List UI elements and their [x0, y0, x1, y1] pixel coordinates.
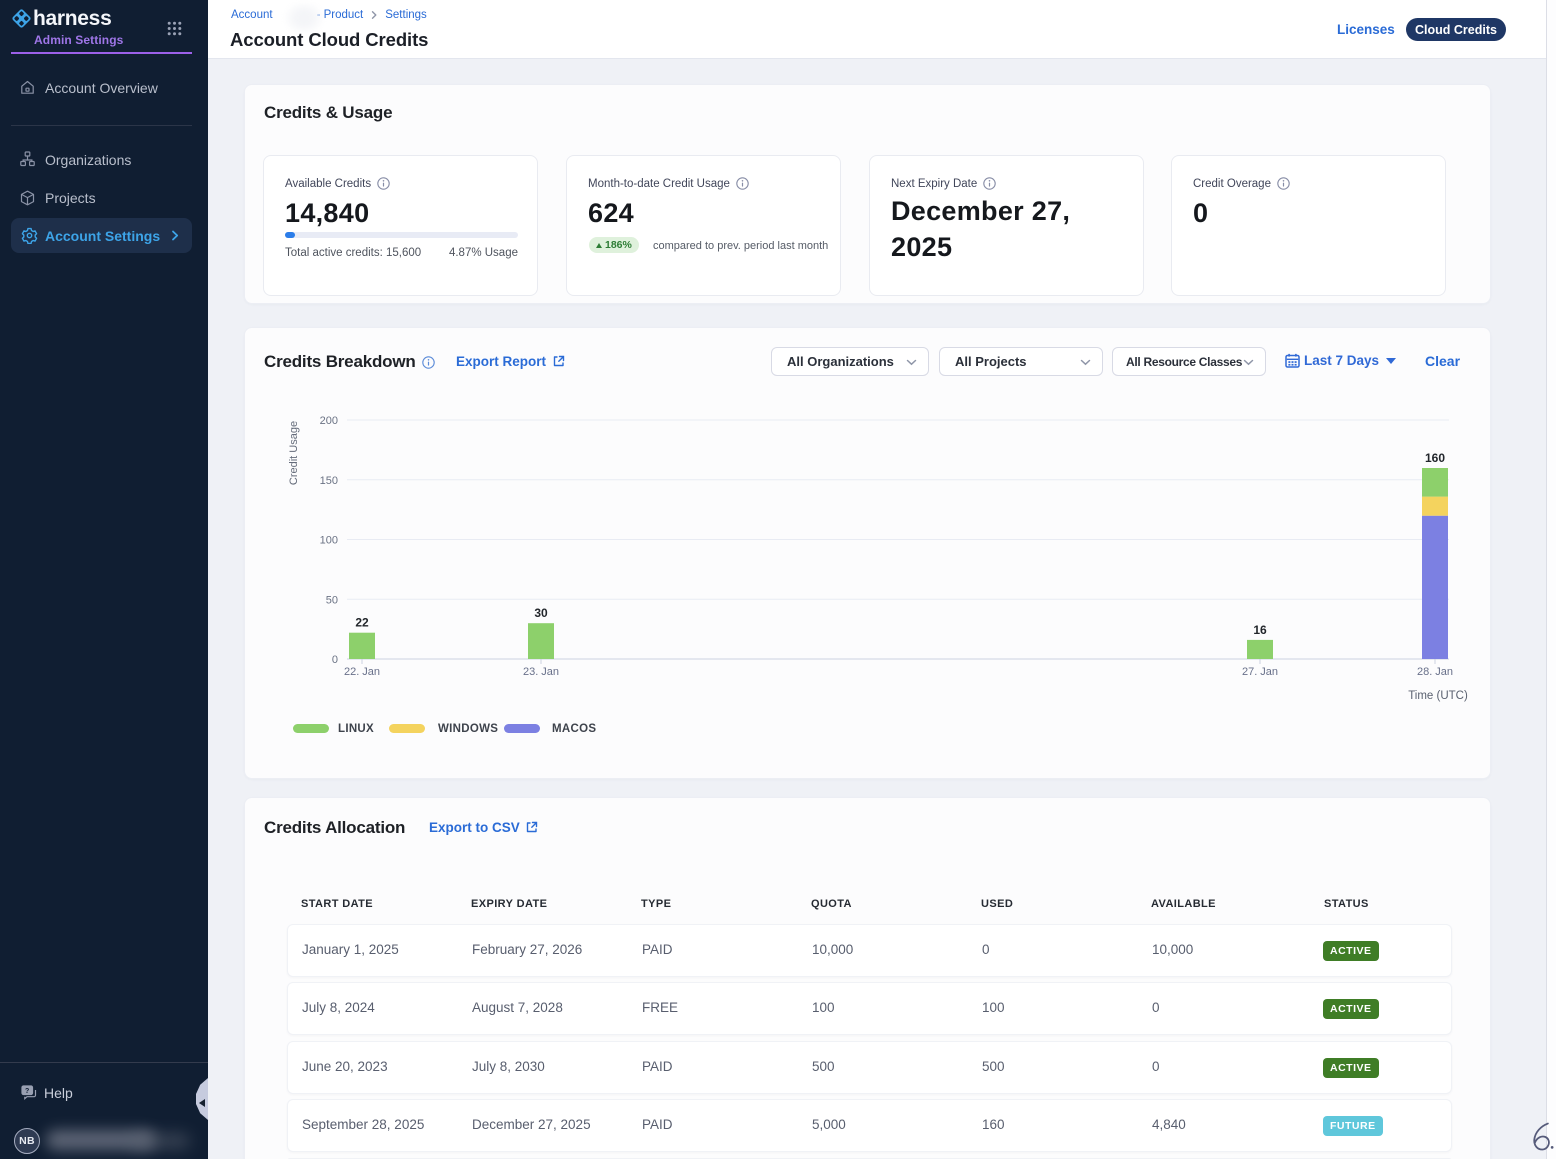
svg-text:WINDOWS: WINDOWS [438, 723, 498, 735]
svg-text:23. Jan: 23. Jan [523, 666, 559, 678]
svg-text:Time (UTC): Time (UTC) [1408, 690, 1468, 702]
svg-text:0: 0 [332, 654, 338, 666]
svg-text:200: 200 [320, 415, 338, 427]
svg-text:28. Jan: 28. Jan [1417, 666, 1453, 678]
svg-text:?: ? [25, 1088, 29, 1095]
svg-text:27. Jan: 27. Jan [1242, 666, 1278, 678]
svg-text:160: 160 [1425, 451, 1445, 465]
svg-text:MACOS: MACOS [552, 723, 596, 735]
svg-text:22. Jan: 22. Jan [344, 666, 380, 678]
svg-text:100: 100 [320, 535, 338, 547]
svg-text:150: 150 [320, 475, 338, 487]
svg-text:30: 30 [534, 606, 548, 620]
svg-text:16: 16 [1253, 623, 1267, 637]
svg-text:Credit Usage: Credit Usage [288, 421, 300, 485]
svg-text:50: 50 [326, 594, 338, 606]
svg-text:22: 22 [355, 616, 369, 630]
svg-text:LINUX: LINUX [338, 723, 374, 735]
